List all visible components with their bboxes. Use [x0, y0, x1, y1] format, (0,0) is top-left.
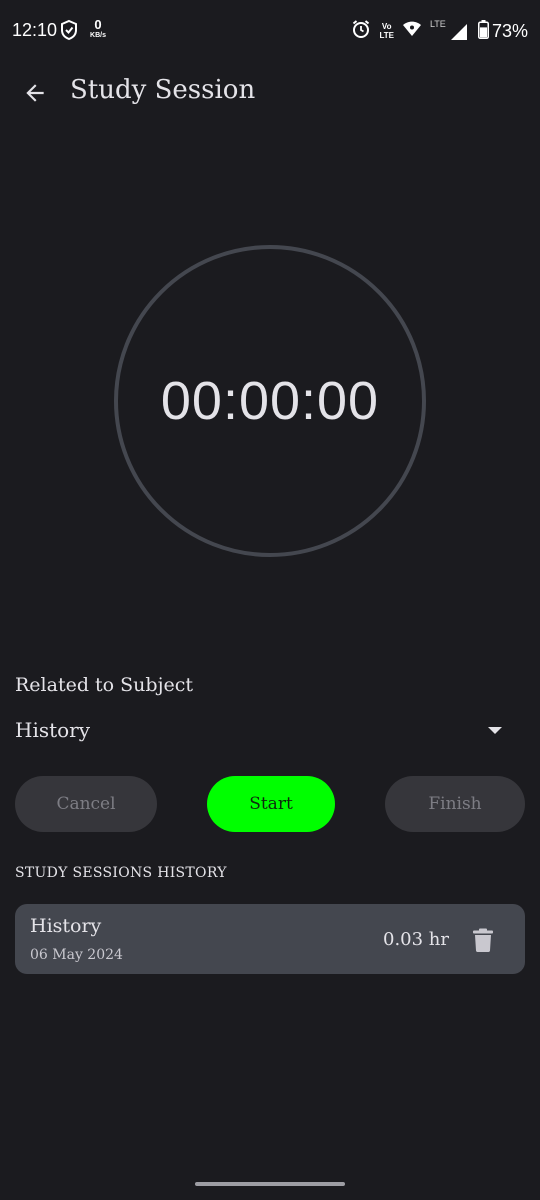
network-type: LTE — [429, 19, 446, 29]
network-speed-value: 0 — [94, 17, 102, 32]
back-button[interactable] — [14, 72, 56, 114]
subject-label: Related to Subject — [15, 674, 193, 696]
page-title: Study Session — [70, 75, 256, 105]
gesture-nav-handle[interactable] — [195, 1182, 345, 1186]
alarm-icon — [351, 19, 371, 43]
cancel-button[interactable]: Cancel — [15, 776, 157, 832]
network-speed-unit: KB/s — [90, 32, 106, 39]
session-duration: 0.03 hr — [383, 929, 449, 950]
volte-icon: Vo LTE — [379, 22, 394, 40]
arrow-back-icon — [26, 84, 44, 102]
timer-display: 00:00:00 — [160, 371, 380, 431]
triangle-down-icon — [488, 727, 502, 734]
session-subject: History — [30, 915, 102, 937]
subject-dropdown[interactable]: History — [0, 706, 540, 754]
history-heading: STUDY SESSIONS HISTORY — [15, 865, 227, 881]
start-button[interactable]: Start — [207, 776, 335, 832]
session-history-item: History 06 May 2024 0.03 hr — [15, 904, 525, 974]
shield-icon — [58, 19, 80, 41]
battery-icon — [477, 19, 489, 43]
battery-percent: 73% — [491, 20, 528, 41]
status-icons: Vo LTE LTE 73% — [343, 18, 528, 44]
delete-session-button[interactable] — [469, 926, 497, 954]
status-bar: 12:10 0 KB/s Vo LTE LTE 73% — [0, 0, 540, 64]
timer-ring: 00:00:00 — [114, 245, 426, 557]
app-bar: Study Session — [0, 64, 540, 124]
network-speed: 0 KB/s — [86, 18, 110, 39]
volte-line1: Vo — [381, 22, 392, 31]
signal-icon — [450, 24, 467, 40]
signal-indicator: LTE — [430, 19, 470, 43]
session-date: 06 May 2024 — [30, 947, 123, 963]
subject-selected-value: History — [15, 718, 91, 742]
wifi-icon — [402, 20, 422, 42]
status-time: 12:10 — [12, 20, 58, 40]
volte-line2: LTE — [379, 31, 394, 40]
delete-icon — [473, 928, 493, 952]
finish-button[interactable]: Finish — [385, 776, 525, 832]
